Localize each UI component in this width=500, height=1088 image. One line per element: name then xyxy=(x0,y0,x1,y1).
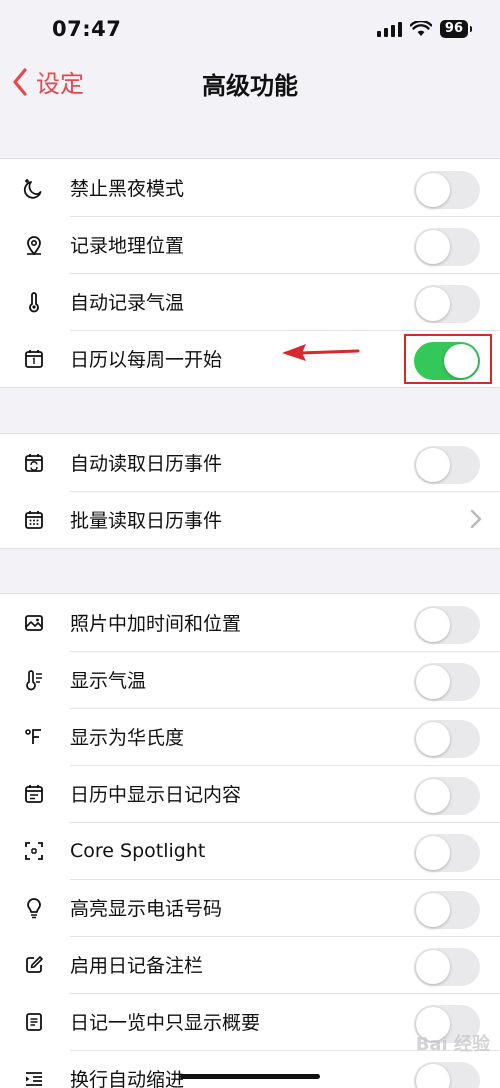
lightbulb-icon xyxy=(0,879,70,936)
wifi-icon xyxy=(409,21,432,36)
row-show-fahrenheit: 显示为华氏度 xyxy=(0,708,500,765)
row-disable-dark-mode: 禁止黑夜模式 xyxy=(0,159,500,216)
calendar-icon xyxy=(0,330,70,387)
week-starts-monday-toggle[interactable] xyxy=(414,342,480,380)
thermometer-icon xyxy=(0,273,70,330)
auto-read-calendar-toggle[interactable] xyxy=(414,446,480,484)
calendar-show-diary-toggle[interactable] xyxy=(414,777,480,815)
indent-icon xyxy=(0,1050,70,1088)
battery-indicator: 96 xyxy=(439,20,473,38)
cellular-signal-icon xyxy=(376,21,402,37)
row-calendar-show-diary: 日历中显示日记内容 xyxy=(0,765,500,822)
fahrenheit-icon xyxy=(0,708,70,765)
watermark-logo: Bai 经验 xyxy=(415,1034,490,1055)
photo-time-location-toggle[interactable] xyxy=(414,606,480,644)
auto-indent-toggle[interactable] xyxy=(414,1062,480,1088)
status-time: 07:47 xyxy=(52,17,122,41)
moon-icon xyxy=(0,159,70,216)
chevron-right-icon xyxy=(470,509,482,529)
settings-group-misc: 照片中加时间和位置 显示气温 显示为华氏度 日历中显示日记内容 Core Spo… xyxy=(0,593,500,1088)
calendar-grid-icon xyxy=(0,491,70,548)
row-record-location: 记录地理位置 xyxy=(0,216,500,273)
core-spotlight-toggle[interactable] xyxy=(414,834,480,872)
photo-icon xyxy=(0,594,70,651)
location-pin-icon xyxy=(0,216,70,273)
edit-note-icon xyxy=(0,936,70,993)
row-auto-read-calendar: 自动读取日历事件 xyxy=(0,434,500,491)
summary-list-icon xyxy=(0,993,70,1050)
row-diary-notes: 启用日记备注栏 xyxy=(0,936,500,993)
row-highlight-phone: 高亮显示电话号码 xyxy=(0,879,500,936)
row-week-starts-monday: 日历以每周一开始 xyxy=(0,330,500,387)
home-indicator[interactable] xyxy=(180,1074,320,1079)
temperature-icon xyxy=(0,651,70,708)
row-core-spotlight: Core Spotlight xyxy=(0,822,500,879)
calendar-sync-icon xyxy=(0,434,70,491)
nav-bar: 设定 高级功能 xyxy=(0,58,500,108)
row-auto-record-temperature: 自动记录气温 xyxy=(0,273,500,330)
diary-notes-toggle[interactable] xyxy=(414,948,480,986)
back-label: 设定 xyxy=(36,70,84,98)
spotlight-icon xyxy=(0,822,70,879)
row-show-temperature: 显示气温 xyxy=(0,651,500,708)
row-batch-read-calendar[interactable]: 批量读取日历事件 xyxy=(0,491,500,548)
chevron-left-icon xyxy=(13,67,27,96)
status-bar: 07:47 96 xyxy=(0,0,500,58)
settings-group-calendar: 自动读取日历事件 批量读取日历事件 xyxy=(0,433,500,549)
status-icons: 96 xyxy=(376,20,473,38)
settings-group-display: 禁止黑夜模式 记录地理位置 自动记录气温 日历以每周一开始 xyxy=(0,158,500,388)
calendar-note-icon xyxy=(0,765,70,822)
back-button[interactable]: 设定 xyxy=(12,64,84,99)
highlight-phone-toggle[interactable] xyxy=(414,891,480,929)
row-label: 批量读取日历事件 xyxy=(70,510,223,532)
show-fahrenheit-toggle[interactable] xyxy=(414,720,480,758)
row-photo-time-location: 照片中加时间和位置 xyxy=(0,594,500,651)
page-title: 高级功能 xyxy=(202,71,298,100)
disable-dark-mode-toggle[interactable] xyxy=(414,171,480,209)
auto-record-temperature-toggle[interactable] xyxy=(414,285,480,323)
annotation-arrow-icon xyxy=(282,344,360,361)
show-temperature-toggle[interactable] xyxy=(414,663,480,701)
record-location-toggle[interactable] xyxy=(414,228,480,266)
